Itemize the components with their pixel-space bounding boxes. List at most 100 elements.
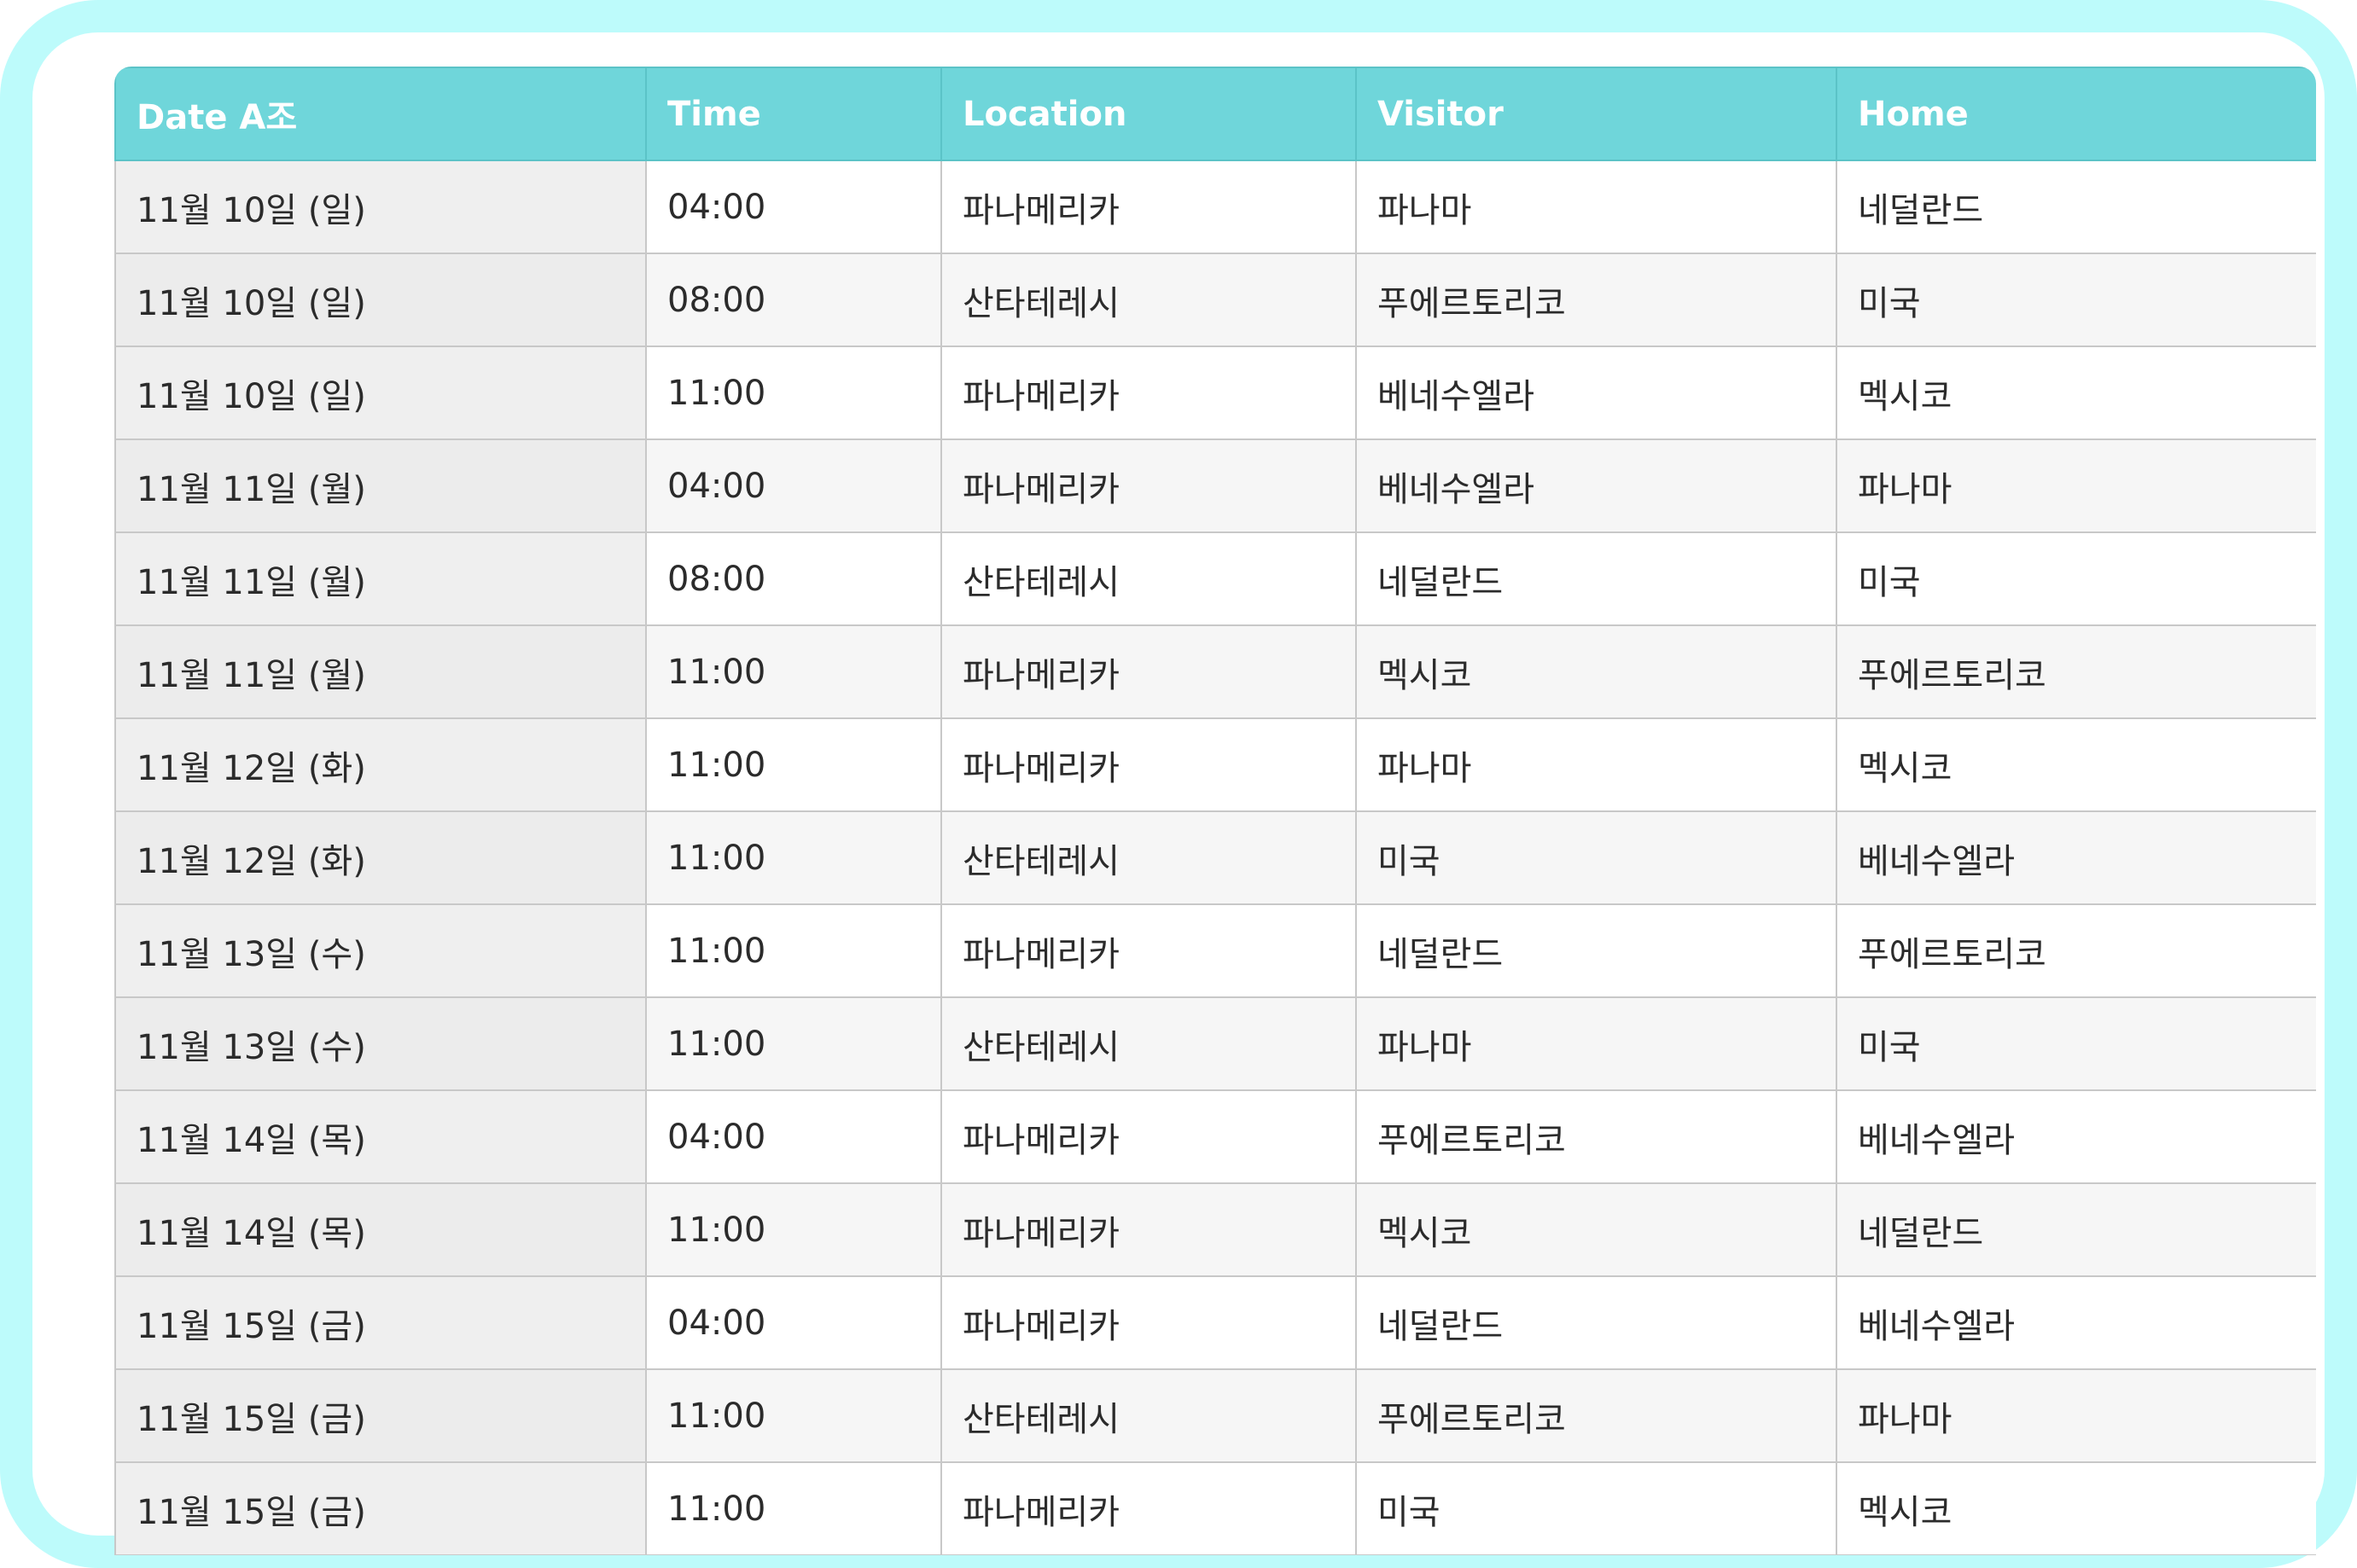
location-cell: 파나메리카	[940, 438, 1357, 533]
visitor-cell: 미국	[1355, 810, 1837, 905]
header-home: Home	[1836, 67, 2316, 161]
date-cell: 11월 12일 (화)	[114, 717, 647, 812]
home-cell: 파나마	[1836, 438, 2316, 533]
time-cell: 11:00	[645, 1182, 942, 1277]
location-cell: 산타테레시	[940, 253, 1357, 347]
time-cell: 11:00	[645, 810, 942, 905]
header-date: Date A조	[114, 67, 647, 161]
table-body: 11월 10일 (일) 04:00 파나메리카 파나마 네덜란드 11월 10일 (일) 0…	[114, 160, 2316, 1555]
visitor-cell: 푸에르토리코	[1355, 1368, 1837, 1463]
location-cell: 파나메리카	[940, 717, 1357, 812]
time-cell: 11:00	[645, 903, 942, 998]
table-header-row: Date A조 Time Location Visitor Home	[114, 67, 2316, 161]
home-cell: 푸에르토리코	[1836, 903, 2316, 998]
table-row: 11월 10일 (일) 08:00 산타테레시 푸에르토리코 미국	[114, 253, 2316, 347]
home-cell: 푸에르토리코	[1836, 624, 2316, 719]
table-row: 11월 11일 (월) 04:00 파나메리카 베네수엘라 파나마	[114, 438, 2316, 533]
time-cell: 11:00	[645, 624, 942, 719]
home-cell: 네덜란드	[1836, 160, 2316, 254]
home-cell: 미국	[1836, 253, 2316, 347]
date-cell: 11월 15일 (금)	[114, 1368, 647, 1463]
visitor-cell: 멕시코	[1355, 624, 1837, 719]
location-cell: 파나메리카	[940, 1089, 1357, 1184]
visitor-cell: 파나마	[1355, 160, 1837, 254]
table-row: 11월 10일 (일) 04:00 파나메리카 파나마 네덜란드	[114, 160, 2316, 254]
table-row: 11월 15일 (금) 11:00 산타테레시 푸에르토리코 파나마	[114, 1368, 2316, 1463]
home-cell: 베네수엘라	[1836, 810, 2316, 905]
date-cell: 11월 14일 (목)	[114, 1089, 647, 1184]
visitor-cell: 네덜란드	[1355, 1275, 1837, 1370]
date-cell: 11월 13일 (수)	[114, 903, 647, 998]
table-row: 11월 12일 (화) 11:00 산타테레시 미국 베네수엘라	[114, 810, 2316, 905]
time-cell: 08:00	[645, 531, 942, 626]
table-row: 11월 12일 (화) 11:00 파나메리카 파나마 멕시코	[114, 717, 2316, 812]
screenshot-frame: Date A조 Time Location Visitor Home 11월 1…	[0, 0, 2357, 1568]
date-cell: 11월 10일 (일)	[114, 160, 647, 254]
visitor-cell: 파나마	[1355, 717, 1837, 812]
location-cell: 산타테레시	[940, 531, 1357, 626]
location-cell: 파나메리카	[940, 903, 1357, 998]
date-cell: 11월 15일 (금)	[114, 1275, 647, 1370]
date-cell: 11월 11일 (월)	[114, 624, 647, 719]
visitor-cell: 베네수엘라	[1355, 346, 1837, 440]
time-cell: 11:00	[645, 1368, 942, 1463]
table-row: 11월 11일 (월) 08:00 산타테레시 네덜란드 미국	[114, 531, 2316, 626]
date-cell: 11월 11일 (월)	[114, 438, 647, 533]
date-cell: 11월 11일 (월)	[114, 531, 647, 626]
home-cell: 멕시코	[1836, 346, 2316, 440]
home-cell: 파나마	[1836, 1368, 2316, 1463]
visitor-cell: 파나마	[1355, 996, 1837, 1091]
date-cell: 11월 14일 (목)	[114, 1182, 647, 1277]
date-cell: 11월 10일 (일)	[114, 346, 647, 440]
location-cell: 파나메리카	[940, 1182, 1357, 1277]
location-cell: 파나메리카	[940, 160, 1357, 254]
header-visitor: Visitor	[1355, 67, 1837, 161]
visitor-cell: 푸에르토리코	[1355, 1089, 1837, 1184]
location-cell: 산타테레시	[940, 1368, 1357, 1463]
date-cell: 11월 10일 (일)	[114, 253, 647, 347]
table-row: 11월 13일 (수) 11:00 파나메리카 네덜란드 푸에르토리코	[114, 903, 2316, 998]
location-cell: 파나메리카	[940, 1461, 1357, 1555]
time-cell: 11:00	[645, 346, 942, 440]
time-cell: 04:00	[645, 1275, 942, 1370]
location-cell: 파나메리카	[940, 624, 1357, 719]
table-row: 11월 10일 (일) 11:00 파나메리카 베네수엘라 멕시코	[114, 346, 2316, 440]
table-row: 11월 15일 (금) 04:00 파나메리카 네덜란드 베네수엘라	[114, 1275, 2316, 1370]
location-cell: 파나메리카	[940, 1275, 1357, 1370]
table-row: 11월 11일 (월) 11:00 파나메리카 멕시코 푸에르토리코	[114, 624, 2316, 719]
table-row: 11월 13일 (수) 11:00 산타테레시 파나마 미국	[114, 996, 2316, 1091]
schedule-table-container: Date A조 Time Location Visitor Home 11월 1…	[114, 67, 2316, 1555]
time-cell: 11:00	[645, 1461, 942, 1555]
time-cell: 08:00	[645, 253, 942, 347]
home-cell: 베네수엘라	[1836, 1275, 2316, 1370]
home-cell: 멕시코	[1836, 717, 2316, 812]
home-cell: 미국	[1836, 531, 2316, 626]
visitor-cell: 네덜란드	[1355, 531, 1837, 626]
table-row: 11월 15일 (금) 11:00 파나메리카 미국 멕시코	[114, 1461, 2316, 1555]
visitor-cell: 멕시코	[1355, 1182, 1837, 1277]
time-cell: 04:00	[645, 1089, 942, 1184]
time-cell: 04:00	[645, 438, 942, 533]
time-cell: 04:00	[645, 160, 942, 254]
date-cell: 11월 15일 (금)	[114, 1461, 647, 1555]
header-location: Location	[940, 67, 1357, 161]
schedule-table: Date A조 Time Location Visitor Home 11월 1…	[114, 67, 2316, 1555]
location-cell: 파나메리카	[940, 346, 1357, 440]
home-cell: 멕시코	[1836, 1461, 2316, 1555]
table-row: 11월 14일 (목) 11:00 파나메리카 멕시코 네덜란드	[114, 1182, 2316, 1277]
location-cell: 산타테레시	[940, 996, 1357, 1091]
time-cell: 11:00	[645, 996, 942, 1091]
home-cell: 미국	[1836, 996, 2316, 1091]
home-cell: 네덜란드	[1836, 1182, 2316, 1277]
visitor-cell: 푸에르토리코	[1355, 253, 1837, 347]
visitor-cell: 네덜란드	[1355, 903, 1837, 998]
home-cell: 베네수엘라	[1836, 1089, 2316, 1184]
visitor-cell: 베네수엘라	[1355, 438, 1837, 533]
table-row: 11월 14일 (목) 04:00 파나메리카 푸에르토리코 베네수엘라	[114, 1089, 2316, 1184]
date-cell: 11월 13일 (수)	[114, 996, 647, 1091]
location-cell: 산타테레시	[940, 810, 1357, 905]
time-cell: 11:00	[645, 717, 942, 812]
date-cell: 11월 12일 (화)	[114, 810, 647, 905]
visitor-cell: 미국	[1355, 1461, 1837, 1555]
header-time: Time	[645, 67, 942, 161]
